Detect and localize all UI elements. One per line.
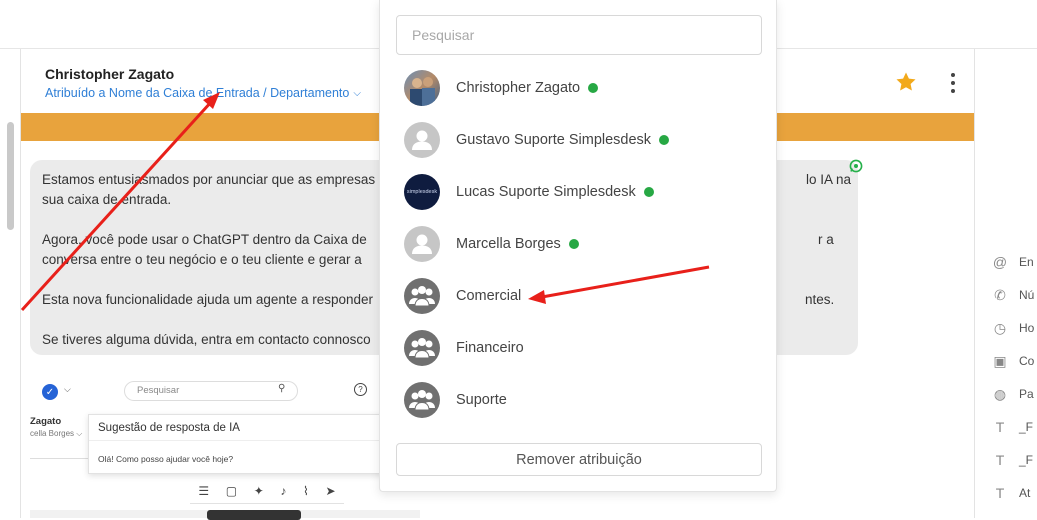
microphone-icon: ♪ [280,483,287,498]
contact-field-custom-3[interactable]: T At [992,484,1037,502]
whatsapp-icon [849,159,863,173]
divider [89,440,419,441]
ai-suggestion-text: Olá! Como posso ajudar você hoje? [98,454,234,464]
remove-assignment-button[interactable]: Remover atribuição [396,443,762,476]
text-field-icon: T [995,485,1005,501]
ai-suggestion-title: Sugestão de resposta de IA [98,422,240,434]
divider [30,458,90,459]
assignee-label: Gustavo Suporte Simplesdesk [456,132,652,148]
help-icon: ? [354,383,367,396]
send-icon: ➤ [325,483,336,498]
message-fragment: lo IA na [806,172,852,187]
message-paragraph: Agora, você pode usar o ChatGPT dentro d… [42,232,367,267]
scrollbar[interactable] [7,122,14,230]
star-icon[interactable] [894,70,918,94]
contact-field-company[interactable]: ▣ Co [992,352,1037,370]
more-options-icon[interactable] [946,72,960,94]
assignee-option[interactable]: Marcella Borges [404,225,764,263]
contact-field-time[interactable]: ◷ Ho [992,319,1037,337]
embedded-screenshot: ✓ ⌵ Pesquisar ⚲ ? Zagato cella Borges ⌵ … [30,370,420,520]
assignee-option[interactable]: Christopher Zagato [404,69,764,107]
chevron-down-icon: ⌵ [64,384,71,394]
composer-toolbar: ☰ ▢ ✦ ♪ ⌇ ➤ [190,478,344,504]
contact-field-custom-1[interactable]: T _F [992,418,1037,436]
department-option[interactable]: Comercial [404,277,764,315]
message-paragraph: Se tiveres alguma dúvida, entra em conta… [42,332,371,347]
paperclip-icon: ⌇ [303,483,309,498]
default-user-avatar-icon [404,122,440,158]
simplesdesk-logo-avatar: simplesdesk [404,174,440,210]
ai-suggestion-box: Sugestão de resposta de IA Olá! Como pos… [88,414,420,474]
assignee-label: Christopher Zagato [456,80,581,96]
team-icon [404,330,440,366]
embedded-search: Pesquisar [124,381,298,401]
message-fragment: r a [818,232,834,247]
assign-dropdown: Christopher Zagato Gustavo Suporte Simpl… [379,0,777,492]
contact-name: Christopher Zagato [45,66,175,82]
menu-icon: ☰ [198,483,210,498]
department-option[interactable]: Financeiro [404,329,764,367]
online-status-dot [659,135,670,145]
contact-field-custom-2[interactable]: T _F [992,451,1037,469]
message-paragraph: Estamos entusiasmados por anunciar que a… [42,172,376,207]
assignment-label: Atribuído a Nome da Caixa de Entrada / D… [45,86,350,100]
assignment-dropdown-trigger[interactable]: Atribuído a Nome da Caixa de Entrada / D… [45,86,361,100]
ai-sparkle-icon: ✦ [253,483,264,498]
department-label: Financeiro [456,340,524,356]
text-field-icon: T [995,419,1005,435]
chevron-down-icon: ⌵ [353,87,361,99]
contact-field-country[interactable]: ◍ Pa [992,385,1037,403]
tooltip [207,510,301,520]
contact-details-panel [975,49,1037,518]
text-field-icon: T [995,452,1005,468]
app-logo-icon: ✓ [42,384,58,400]
at-icon: @ [992,254,1008,270]
phone-icon: ✆ [994,286,1006,303]
department-label: Comercial [456,288,522,304]
assignee-label: Marcella Borges [456,236,561,252]
contact-field-phone[interactable]: ✆ Nú [992,286,1037,304]
online-status-dot [568,239,579,249]
clock-icon: ◷ [993,319,1007,336]
contact-field-email[interactable]: @ En [992,253,1037,271]
avatar [404,70,440,106]
online-status-dot [588,83,599,93]
team-icon [404,278,440,314]
assignee-label: Lucas Suporte Simplesdesk [456,184,636,200]
assignee-option[interactable]: Gustavo Suporte Simplesdesk [404,121,764,159]
team-icon [404,382,440,418]
contact-card-icon: ▣ [993,352,1007,369]
embedded-contact-sub: cella Borges ⌵ [30,429,83,438]
default-user-avatar-icon [404,226,440,262]
message-paragraph: Esta nova funcionalidade ajuda um agente… [42,292,373,307]
search-icon: ⚲ [278,383,286,394]
chat-icon: ▢ [225,483,238,498]
message-fragment: ntes. [805,292,835,307]
assign-search-input[interactable] [396,15,762,55]
department-label: Suporte [456,392,507,408]
left-gutter [0,49,20,518]
online-status-dot [643,187,654,197]
assignee-option[interactable]: simplesdesk Lucas Suporte Simplesdesk [404,173,764,211]
globe-icon: ◍ [993,385,1007,402]
embedded-contact-name: Zagato [30,416,62,427]
department-option[interactable]: Suporte [404,381,764,419]
